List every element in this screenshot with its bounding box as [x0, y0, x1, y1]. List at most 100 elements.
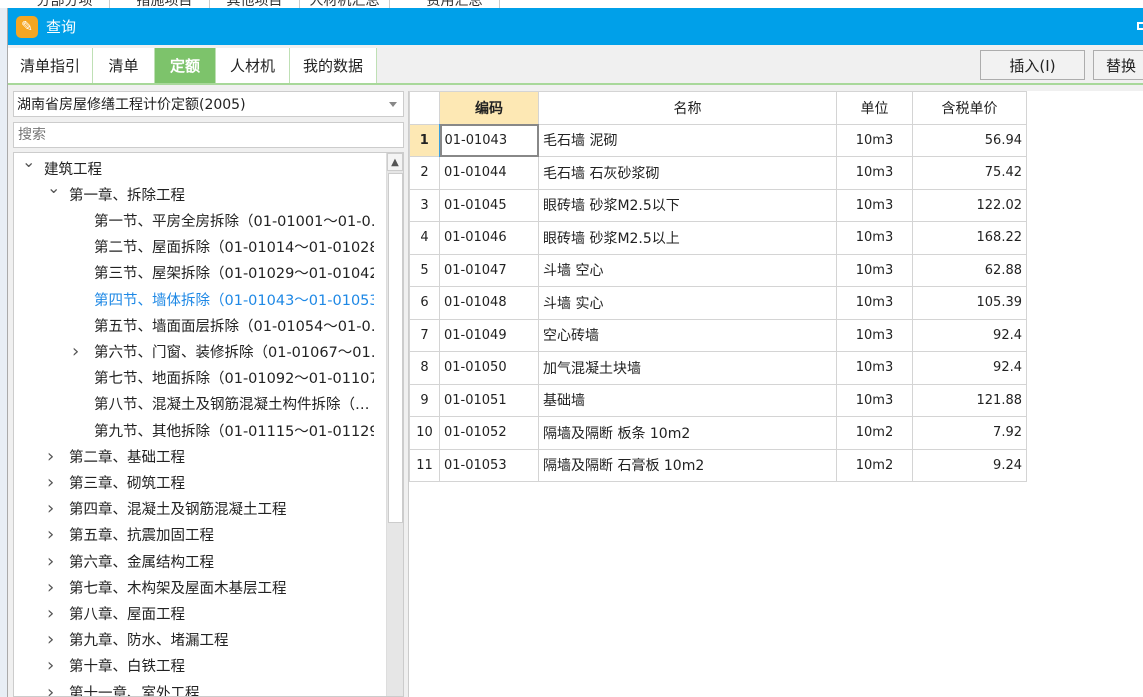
row-number[interactable]: 2	[409, 156, 440, 190]
chevron-right-icon[interactable]: ›	[47, 551, 54, 572]
insert-button[interactable]: 插入(I)	[980, 50, 1085, 80]
cell-name[interactable]: 毛石墙 石灰砂浆砌	[538, 156, 837, 190]
chevron-right-icon[interactable]: ›	[47, 524, 54, 545]
cell-price[interactable]: 75.42	[912, 156, 1027, 190]
cell-code[interactable]: 01-01047	[439, 253, 539, 287]
cell-price[interactable]: 121.88	[912, 383, 1027, 417]
tree-node[interactable]: › 第八章、屋面工程	[14, 601, 374, 625]
table-row[interactable]: 11 01-01053 隔墙及隔断 石膏板 10m2 10m2 9.24	[409, 448, 1027, 482]
chevron-right-icon[interactable]: ›	[47, 577, 54, 598]
tree-node[interactable]: 第八节、混凝土及钢筋混凝土构件拆除（…	[14, 392, 374, 416]
table-row[interactable]: 3 01-01045 眼砖墙 砂浆M2.5以下 10m3 122.02	[409, 188, 1027, 222]
row-number[interactable]: 4	[409, 221, 440, 255]
tree-node[interactable]: ⌄ 建筑工程	[14, 156, 374, 180]
tab-my-data[interactable]: 我的数据	[290, 48, 377, 83]
cell-code[interactable]: 01-01048	[439, 286, 539, 320]
table-row[interactable]: 1 01-01043 毛石墙 泥砌 10m3 56.94	[409, 123, 1027, 157]
cell-unit[interactable]: 10m3	[836, 318, 913, 352]
scroll-up-icon[interactable]: ▲	[387, 153, 403, 171]
chevron-right-icon[interactable]: ›	[47, 629, 54, 650]
tab-list-guide[interactable]: 清单指引	[8, 48, 93, 83]
cell-name[interactable]: 加气混凝土块墙	[538, 351, 837, 385]
tree-node[interactable]: 第七节、地面拆除（01-01092～01-01107）	[14, 366, 374, 390]
tree-node[interactable]: › 第五章、抗震加固工程	[14, 523, 374, 547]
chevron-right-icon[interactable]: ›	[47, 655, 54, 676]
background-tab[interactable]: 措施项目	[120, 0, 210, 8]
chevron-down-icon[interactable]: ⌄	[47, 182, 60, 197]
cell-price[interactable]: 105.39	[912, 286, 1027, 320]
header-unit[interactable]: 单位	[836, 91, 913, 125]
row-number[interactable]: 10	[409, 416, 440, 450]
tree-node[interactable]: 第二节、屋面拆除（01-01014～01-01028）	[14, 235, 374, 259]
scrollbar-thumb[interactable]	[388, 173, 403, 523]
cell-price[interactable]: 92.4	[912, 351, 1027, 385]
cell-code[interactable]: 01-01052	[439, 416, 539, 450]
row-number[interactable]: 3	[409, 188, 440, 222]
tree-node[interactable]: › 第七章、木构架及屋面木基层工程	[14, 575, 374, 599]
chevron-right-icon[interactable]: ›	[47, 472, 54, 493]
header-price[interactable]: 含税单价	[912, 91, 1027, 125]
cell-unit[interactable]: 10m2	[836, 448, 913, 482]
tree-node[interactable]: › 第二章、基础工程	[14, 444, 374, 468]
replace-button[interactable]: 替换	[1093, 50, 1143, 80]
title-bar[interactable]: ✎ 查询	[8, 8, 1143, 45]
table-row[interactable]: 7 01-01049 空心砖墙 10m3 92.4	[409, 318, 1027, 352]
chevron-right-icon[interactable]: ›	[47, 682, 54, 697]
cell-unit[interactable]: 10m2	[836, 416, 913, 450]
table-row[interactable]: 9 01-01051 基础墙 10m3 121.88	[409, 383, 1027, 417]
background-tab[interactable]: 分部分项	[20, 0, 110, 8]
cell-unit[interactable]: 10m3	[836, 221, 913, 255]
tree-node[interactable]: 第一节、平房全房拆除（01-01001～01-0…	[14, 208, 374, 232]
cell-code[interactable]: 01-01049	[439, 318, 539, 352]
background-tab[interactable]: 人材机汇总	[300, 0, 390, 8]
cell-name[interactable]: 眼砖墙 砂浆M2.5以上	[538, 221, 837, 255]
chevron-down-icon[interactable]: ⌄	[22, 156, 35, 171]
tree-node[interactable]: › 第四章、混凝土及钢筋混凝土工程	[14, 497, 374, 521]
search-input[interactable]	[13, 122, 404, 148]
tree-node[interactable]: 第四节、墙体拆除（01-01043～01-01053）	[14, 287, 374, 311]
cell-name[interactable]: 眼砖墙 砂浆M2.5以下	[538, 188, 837, 222]
tree-node[interactable]: › 第十一章、室外工程	[14, 680, 374, 697]
table-row[interactable]: 2 01-01044 毛石墙 石灰砂浆砌 10m3 75.42	[409, 156, 1027, 190]
cell-code[interactable]: 01-01053	[439, 448, 539, 482]
row-number[interactable]: 5	[409, 253, 440, 287]
cell-unit[interactable]: 10m3	[836, 383, 913, 417]
cell-code[interactable]: 01-01050	[439, 351, 539, 385]
chevron-right-icon[interactable]: ›	[72, 341, 79, 362]
cell-price[interactable]: 92.4	[912, 318, 1027, 352]
header-code[interactable]: 编码	[439, 91, 539, 125]
tab-list[interactable]: 清单	[93, 48, 155, 83]
cell-name[interactable]: 斗墙 实心	[538, 286, 837, 320]
tree-node[interactable]: 第九节、其他拆除（01-01115～01-01129）	[14, 418, 374, 442]
cell-name[interactable]: 毛石墙 泥砌	[538, 123, 837, 157]
chevron-right-icon[interactable]: ›	[47, 498, 54, 519]
maximize-icon[interactable]	[1137, 22, 1143, 30]
header-name[interactable]: 名称	[538, 91, 837, 125]
cell-name[interactable]: 空心砖墙	[538, 318, 837, 352]
cell-price[interactable]: 56.94	[912, 123, 1027, 157]
tree-node[interactable]: › 第六章、金属结构工程	[14, 549, 374, 573]
table-row[interactable]: 5 01-01047 斗墙 空心 10m3 62.88	[409, 253, 1027, 287]
table-row[interactable]: 6 01-01048 斗墙 实心 10m3 105.39	[409, 286, 1027, 320]
cell-price[interactable]: 168.22	[912, 221, 1027, 255]
chevron-right-icon[interactable]: ›	[47, 446, 54, 467]
table-row[interactable]: 10 01-01052 隔墙及隔断 板条 10m2 10m2 7.92	[409, 416, 1027, 450]
cell-unit[interactable]: 10m3	[836, 253, 913, 287]
table-row[interactable]: 4 01-01046 眼砖墙 砂浆M2.5以上 10m3 168.22	[409, 221, 1027, 255]
cell-code[interactable]: 01-01045	[439, 188, 539, 222]
cell-name[interactable]: 隔墙及隔断 石膏板 10m2	[538, 448, 837, 482]
tree-node[interactable]: 第五节、墙面面层拆除（01-01054～01-0…	[14, 313, 374, 337]
row-number[interactable]: 7	[409, 318, 440, 352]
table-row[interactable]: 8 01-01050 加气混凝土块墙 10m3 92.4	[409, 351, 1027, 385]
chevron-right-icon[interactable]: ›	[47, 603, 54, 624]
row-number[interactable]: 11	[409, 448, 440, 482]
cell-name[interactable]: 隔墙及隔断 板条 10m2	[538, 416, 837, 450]
tree-node[interactable]: ⌄ 第一章、拆除工程	[14, 182, 374, 206]
cell-unit[interactable]: 10m3	[836, 156, 913, 190]
cell-unit[interactable]: 10m3	[836, 188, 913, 222]
cell-code[interactable]: 01-01043	[438, 123, 539, 157]
tree-node[interactable]: › 第三章、砌筑工程	[14, 470, 374, 494]
cell-unit[interactable]: 10m3	[836, 286, 913, 320]
row-number[interactable]: 9	[409, 383, 440, 417]
cell-unit[interactable]: 10m3	[836, 123, 913, 157]
